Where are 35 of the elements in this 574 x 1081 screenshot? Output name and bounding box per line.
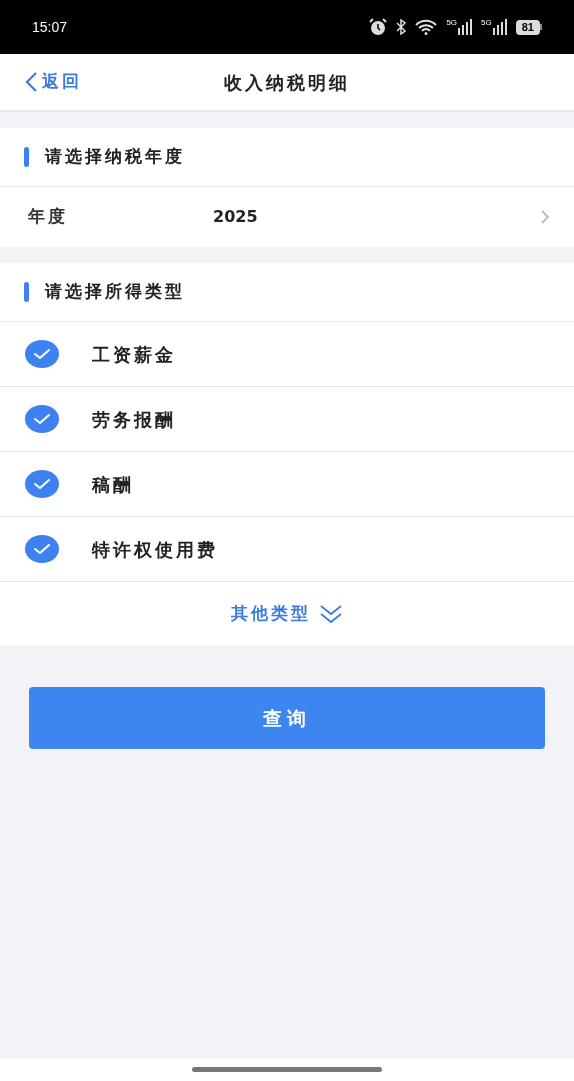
income-type-label: 劳务报酬 bbox=[92, 407, 176, 432]
income-type-option[interactable]: 稿酬 bbox=[0, 452, 574, 517]
checked-circle-icon[interactable] bbox=[24, 404, 60, 434]
checked-circle-icon[interactable] bbox=[24, 469, 60, 499]
income-type-option[interactable]: 劳务报酬 bbox=[0, 387, 574, 452]
checked-circle-icon[interactable] bbox=[24, 534, 60, 564]
income-type-label: 稿酬 bbox=[92, 472, 134, 497]
income-type-label: 工资薪金 bbox=[92, 342, 176, 367]
section-heading: 请选择所得类型 bbox=[45, 280, 185, 304]
income-type-option[interactable]: 特许权使用费 bbox=[0, 517, 574, 582]
chevron-left-icon bbox=[24, 71, 38, 93]
back-button[interactable]: 返回 bbox=[24, 69, 82, 95]
accent-bar bbox=[24, 282, 29, 302]
signal-icon bbox=[457, 19, 474, 35]
year-value: 2025 bbox=[213, 206, 259, 228]
year-label: 年度 bbox=[28, 205, 69, 229]
query-button[interactable]: 查询 bbox=[29, 687, 545, 749]
battery-level: 81 bbox=[515, 19, 540, 35]
double-chevron-down-icon bbox=[319, 603, 343, 624]
alarm-clock-icon bbox=[368, 18, 389, 36]
bluetooth-icon bbox=[396, 19, 407, 35]
year-row[interactable]: 年度 2025 bbox=[0, 187, 574, 247]
chevron-right-icon bbox=[540, 209, 550, 225]
accent-bar bbox=[24, 147, 29, 167]
network-label: 5G bbox=[446, 19, 458, 27]
section-heading: 请选择纳税年度 bbox=[45, 145, 185, 169]
income-type-label: 特许权使用费 bbox=[92, 537, 218, 562]
income-type-option[interactable]: 工资薪金 bbox=[0, 322, 574, 387]
status-time: 15:07 bbox=[32, 17, 68, 37]
checked-circle-icon[interactable] bbox=[24, 339, 60, 369]
page-title: 收入纳税明细 bbox=[224, 70, 350, 95]
more-types-button[interactable]: 其他类型 bbox=[0, 582, 574, 645]
network-label: 5G bbox=[481, 19, 492, 27]
wifi-icon bbox=[414, 19, 439, 35]
signal-icon bbox=[491, 19, 508, 35]
